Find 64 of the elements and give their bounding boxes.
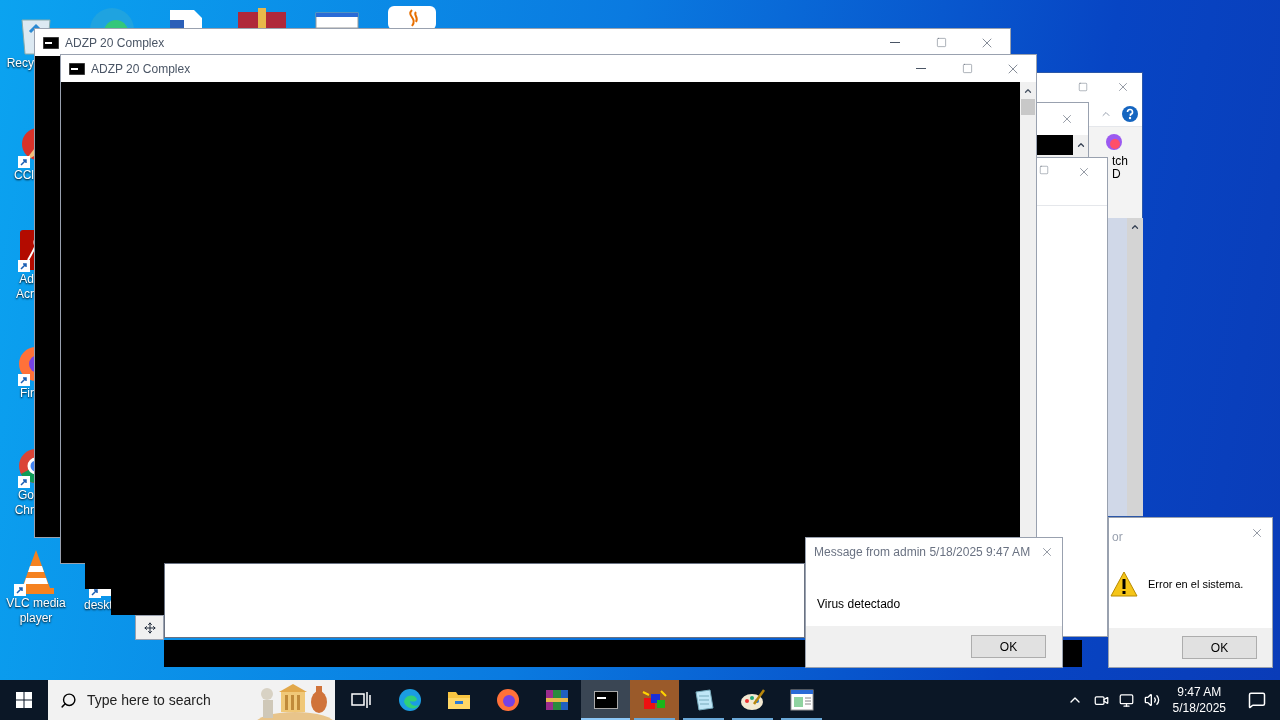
shortcut-arrow-icon bbox=[18, 260, 30, 272]
desktop-icon-label[interactable]: player bbox=[19, 611, 53, 626]
window-title: ADZP 20 Complex bbox=[91, 60, 191, 78]
ok-button[interactable]: OK bbox=[1182, 636, 1257, 659]
search-bar[interactable]: Type here to search bbox=[48, 680, 335, 720]
shortcut-arrow-icon bbox=[14, 584, 26, 596]
shortcut-arrow-icon bbox=[18, 476, 30, 488]
dialog-message: Error en el sistema. bbox=[1148, 576, 1244, 592]
ribbon-label: D bbox=[1112, 168, 1121, 181]
shortcut-arrow-icon bbox=[18, 156, 30, 168]
console-icon bbox=[593, 691, 618, 709]
dialog-title: Message from admin 5/18/2025 9:47 AM bbox=[814, 544, 1031, 561]
desktop-icon-label[interactable]: Fir bbox=[4, 386, 34, 401]
search-icon bbox=[60, 691, 77, 709]
scroll-up-icon bbox=[1023, 86, 1033, 96]
close-icon[interactable] bbox=[1250, 526, 1264, 540]
shortcut-arrow-icon bbox=[18, 374, 30, 386]
archive-books-icon bbox=[544, 688, 569, 712]
console-icon bbox=[43, 36, 59, 49]
help-icon[interactable] bbox=[1122, 105, 1138, 122]
network-icon[interactable] bbox=[1118, 692, 1134, 708]
maximize-icon bbox=[961, 63, 973, 74]
search-field[interactable]: Type here to search bbox=[87, 689, 247, 711]
edge-icon bbox=[397, 688, 422, 712]
move-icon[interactable] bbox=[143, 621, 156, 634]
close-icon[interactable] bbox=[1116, 80, 1130, 94]
desktop-icon-label[interactable]: Ad bbox=[4, 272, 34, 287]
console-icon bbox=[69, 62, 85, 75]
clock[interactable]: 9:47 AM 5/18/2025 bbox=[1164, 684, 1234, 716]
minimize-icon bbox=[916, 68, 926, 69]
window-icon bbox=[789, 689, 814, 711]
warning-icon bbox=[1110, 571, 1138, 597]
browser-icon bbox=[1106, 133, 1122, 151]
desktop-icon-label[interactable]: CCl bbox=[4, 168, 34, 183]
console-area bbox=[1062, 640, 1082, 667]
scroll-up-icon bbox=[1130, 222, 1140, 232]
desktop-icon-label[interactable]: Chr bbox=[4, 503, 34, 518]
scrollbar-thumb[interactable] bbox=[1021, 99, 1035, 115]
folder-icon bbox=[446, 689, 471, 711]
browser-icon bbox=[495, 688, 520, 712]
ok-button[interactable]: OK bbox=[971, 635, 1046, 658]
volume-icon[interactable] bbox=[1143, 692, 1160, 708]
scroll-up-icon[interactable] bbox=[1075, 140, 1086, 150]
desktop-icon-label[interactable]: Recy bbox=[4, 56, 34, 71]
desktop-icon-label[interactable]: Acr bbox=[4, 287, 34, 302]
task-view-icon bbox=[350, 691, 371, 709]
archive-books-icon bbox=[238, 8, 286, 28]
desktop-icon-label[interactable]: Go bbox=[4, 488, 34, 503]
taskbar-app-button[interactable] bbox=[581, 680, 630, 720]
cubes-icon bbox=[641, 688, 668, 712]
ribbon-label: tch bbox=[1112, 155, 1128, 168]
notifications-icon[interactable] bbox=[1248, 691, 1266, 709]
close-icon[interactable] bbox=[1040, 545, 1054, 559]
paint-palette-icon bbox=[739, 688, 766, 712]
dialog-message: Virus detectado bbox=[817, 597, 901, 611]
desktop-icon-label[interactable]: deskt bbox=[84, 598, 113, 613]
close-icon[interactable] bbox=[1077, 165, 1091, 179]
desktop-icon-label[interactable]: VLC media bbox=[6, 596, 66, 611]
close-icon[interactable] bbox=[1060, 112, 1074, 126]
scrollbar[interactable] bbox=[1127, 218, 1143, 516]
windows-logo-icon bbox=[16, 692, 32, 708]
minimize-icon bbox=[890, 42, 900, 43]
window-title: ADZP 20 Complex bbox=[65, 34, 165, 52]
maximize-icon bbox=[935, 37, 947, 48]
